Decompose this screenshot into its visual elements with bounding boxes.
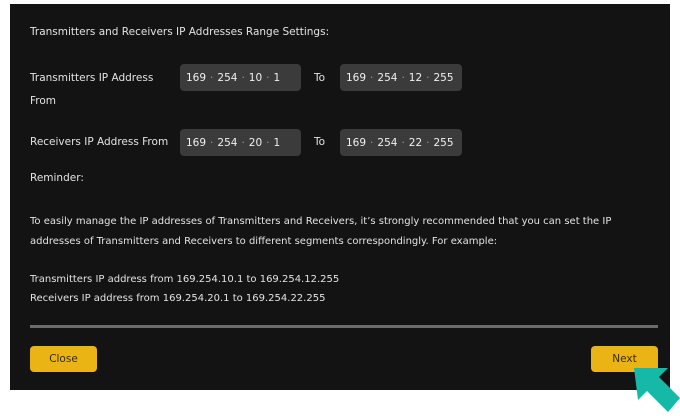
tx-to-octet-2[interactable]: 254 [377,72,397,84]
tx-to-label: To [314,72,326,84]
tx-to-octet-1[interactable]: 169 [346,72,366,84]
tx-to-octet-4[interactable]: 255 [434,72,454,84]
close-button[interactable]: Close [30,346,97,372]
rx-from-ip-input[interactable]: 169 · 254 · 20 · 1 [180,129,301,156]
reminder-line-2: addresses of Transmitters and Receivers … [30,236,498,247]
example-tx-line: Transmitters IP address from 169.254.10.… [30,274,340,285]
reminder-title: Reminder: [30,172,84,184]
tx-from-octet-2[interactable]: 254 [217,72,237,84]
rx-from-octet-2[interactable]: 254 [217,137,237,149]
rx-from-octet-3[interactable]: 20 [249,137,262,149]
rx-to-octet-1[interactable]: 169 [346,137,366,149]
tx-from-ip-input[interactable]: 169 · 254 · 10 · 1 [180,64,301,91]
rx-to-ip-input[interactable]: 169 · 254 · 22 · 255 [340,129,462,156]
rx-to-label: To [314,136,326,148]
tx-from-octet-1[interactable]: 169 [186,72,206,84]
ip-range-settings-dialog: Transmitters and Receivers IP Addresses … [10,4,670,390]
divider [30,325,658,328]
dialog-heading: Transmitters and Receivers IP Addresses … [30,26,330,38]
tx-from-octet-4[interactable]: 1 [274,72,281,84]
rx-from-octet-1[interactable]: 169 [186,137,206,149]
tx-to-octet-3[interactable]: 12 [409,72,422,84]
reminder-line-1: To easily manage the IP addresses of Tra… [30,216,612,227]
example-rx-line: Receivers IP address from 169.254.20.1 t… [30,293,326,304]
rx-to-octet-2[interactable]: 254 [377,137,397,149]
tx-label-line2: From [30,95,57,107]
tx-from-octet-3[interactable]: 10 [249,72,262,84]
tx-to-ip-input[interactable]: 169 · 254 · 12 · 255 [340,64,462,91]
rx-to-octet-4[interactable]: 255 [434,137,454,149]
rx-to-octet-3[interactable]: 22 [409,137,422,149]
tx-label-line1: Transmitters IP Address [30,72,154,84]
pointer-cursor-icon [634,368,680,412]
rx-from-octet-4[interactable]: 1 [274,137,281,149]
rx-label: Receivers IP Address From [30,136,169,148]
